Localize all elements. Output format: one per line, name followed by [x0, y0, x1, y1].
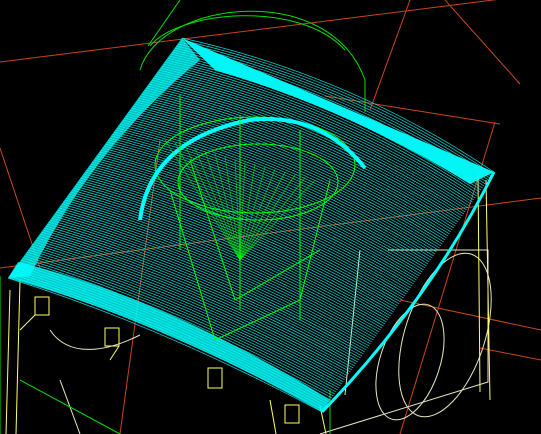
- cam-3d-viewport[interactable]: [0, 0, 541, 434]
- support-block: [284, 404, 300, 424]
- part-edge: [147, 0, 181, 47]
- wireframe-scene: [0, 0, 541, 434]
- grid-line: [0, 0, 498, 63]
- support-block: [34, 296, 50, 316]
- toolpath-dense-band: [182, 38, 494, 184]
- support-block: [104, 327, 120, 347]
- fixture-edge: [319, 249, 489, 434]
- support-edge: [19, 314, 36, 331]
- grid-line: [369, 0, 411, 111]
- fixture-edge: [269, 399, 277, 434]
- part-edge: [19, 379, 121, 434]
- fixture-edge: [15, 279, 21, 434]
- fixture-ellipse: [375, 303, 445, 421]
- support-edge: [109, 345, 120, 361]
- support-block: [207, 367, 223, 389]
- fixture-edge: [49, 329, 141, 350]
- fixture-edge: [5, 289, 11, 434]
- toolpath-surface: [7, 37, 496, 414]
- grid-line: [444, 0, 521, 85]
